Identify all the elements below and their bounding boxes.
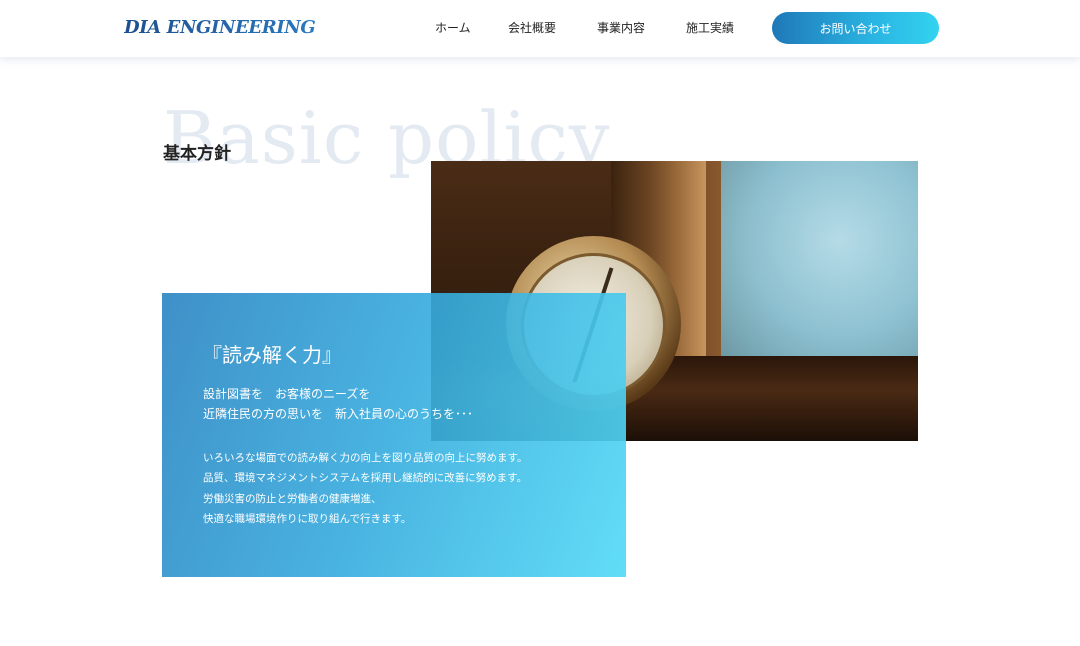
nav-company[interactable]: 会社概要 — [508, 19, 556, 36]
contact-button[interactable]: お問い合わせ — [772, 12, 939, 44]
policy-body-line: 品質、環境マネジメントシステムを採用し継続的に改善に努めます。 — [203, 472, 528, 484]
policy-body-line: 労働災害の防止と労働者の健康増進、 — [203, 493, 382, 505]
policy-lead-line: 近隣住民の方の思いを 新入社員の心のうちを･･･ — [203, 407, 474, 421]
logo[interactable]: DIA ENGINEERING — [124, 17, 316, 38]
policy-body-line: いろいろな場面での読み解く力の向上を図り品質の向上に努めます。 — [203, 452, 528, 464]
policy-box: 『読み解く力』 設計図書を お客様のニーズを 近隣住民の方の思いを 新入社員の心… — [162, 293, 626, 577]
policy-lead-line: 設計図書を お客様のニーズを — [203, 387, 371, 401]
policy-heading: 『読み解く力』 — [202, 343, 342, 367]
nav-home[interactable]: ホーム — [435, 19, 471, 36]
section-title: 基本方針 — [163, 144, 231, 164]
policy-body-line: 快適な職場環境作りに取り組んで行きます。 — [203, 513, 412, 525]
nav-business[interactable]: 事業内容 — [597, 19, 645, 36]
nav-works[interactable]: 施工実績 — [686, 19, 734, 36]
site-header: DIA ENGINEERING ホーム 会社概要 事業内容 施工実績 お問い合わ… — [0, 0, 1080, 57]
